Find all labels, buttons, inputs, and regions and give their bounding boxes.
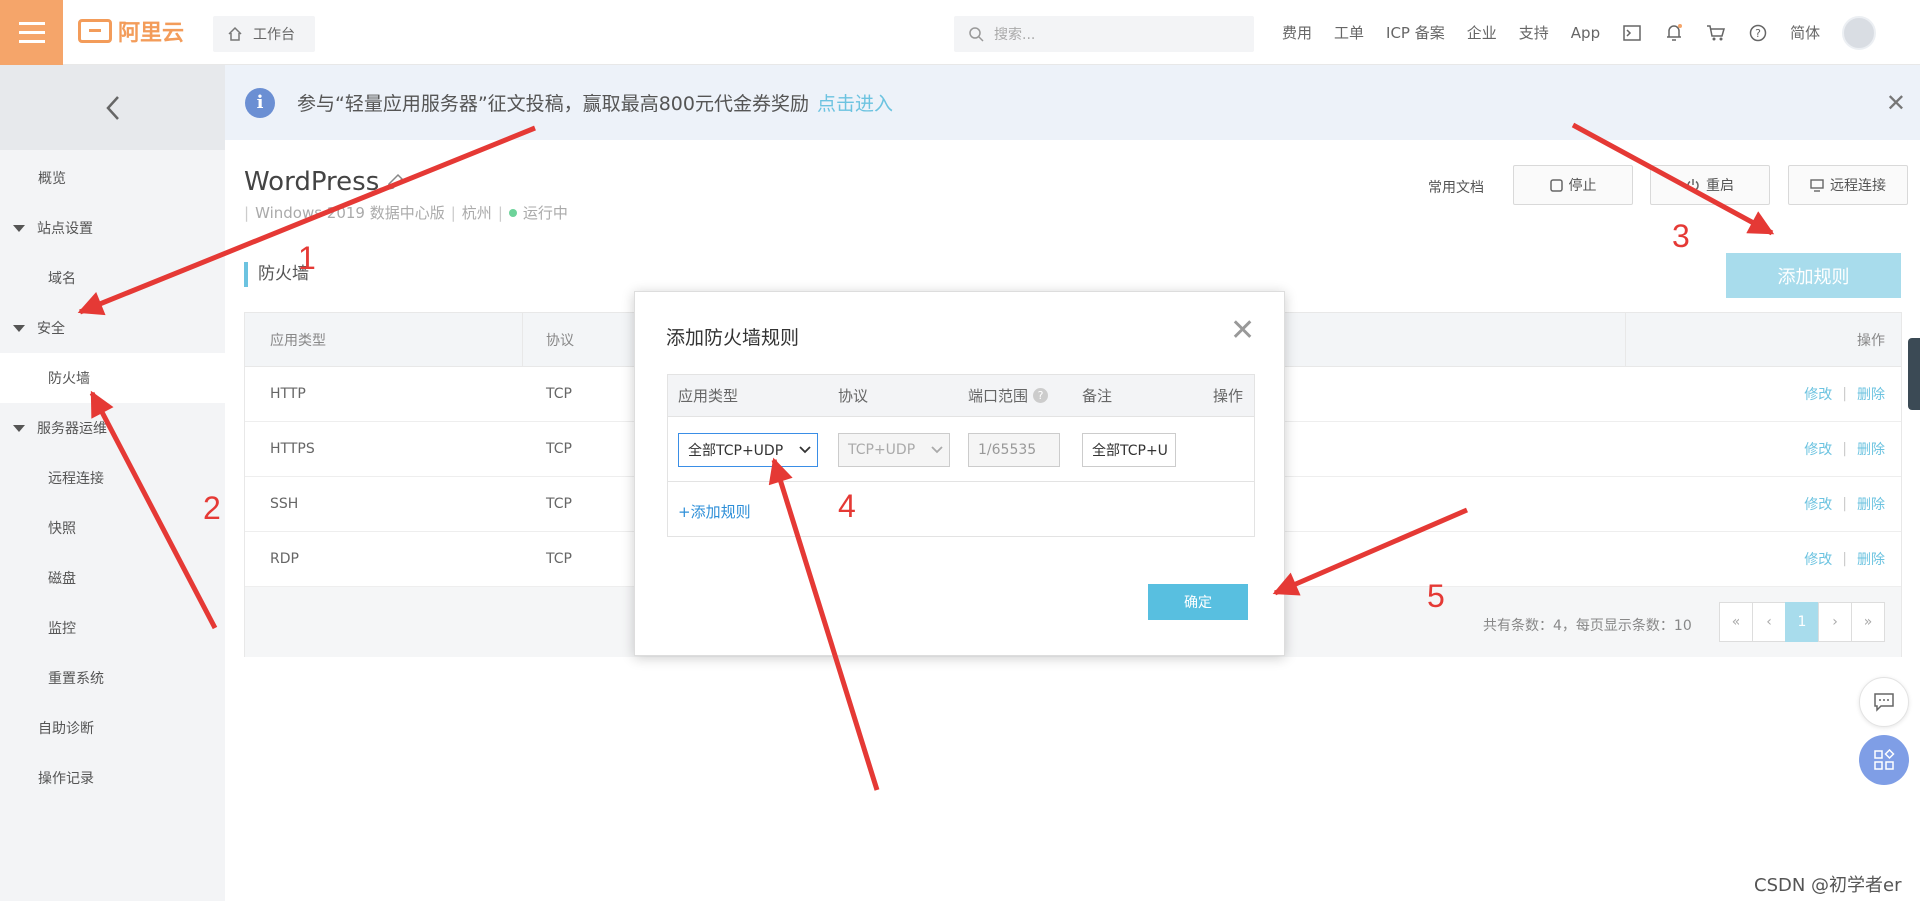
annotation-arrow — [1571, 122, 1775, 236]
annotation-layer — [77, 122, 1775, 791]
annotation-number: 3 — [1672, 218, 1690, 254]
annotation-arrow — [89, 390, 218, 630]
annotation-number: 2 — [203, 490, 221, 526]
annotation-number: 1 — [298, 240, 316, 276]
watermark: CSDN @初学者er — [1754, 875, 1902, 896]
annotation-arrow — [768, 457, 880, 791]
annotation-number: 4 — [838, 488, 856, 524]
annotation-arrow — [77, 125, 536, 316]
annotation-number: 5 — [1427, 578, 1445, 614]
